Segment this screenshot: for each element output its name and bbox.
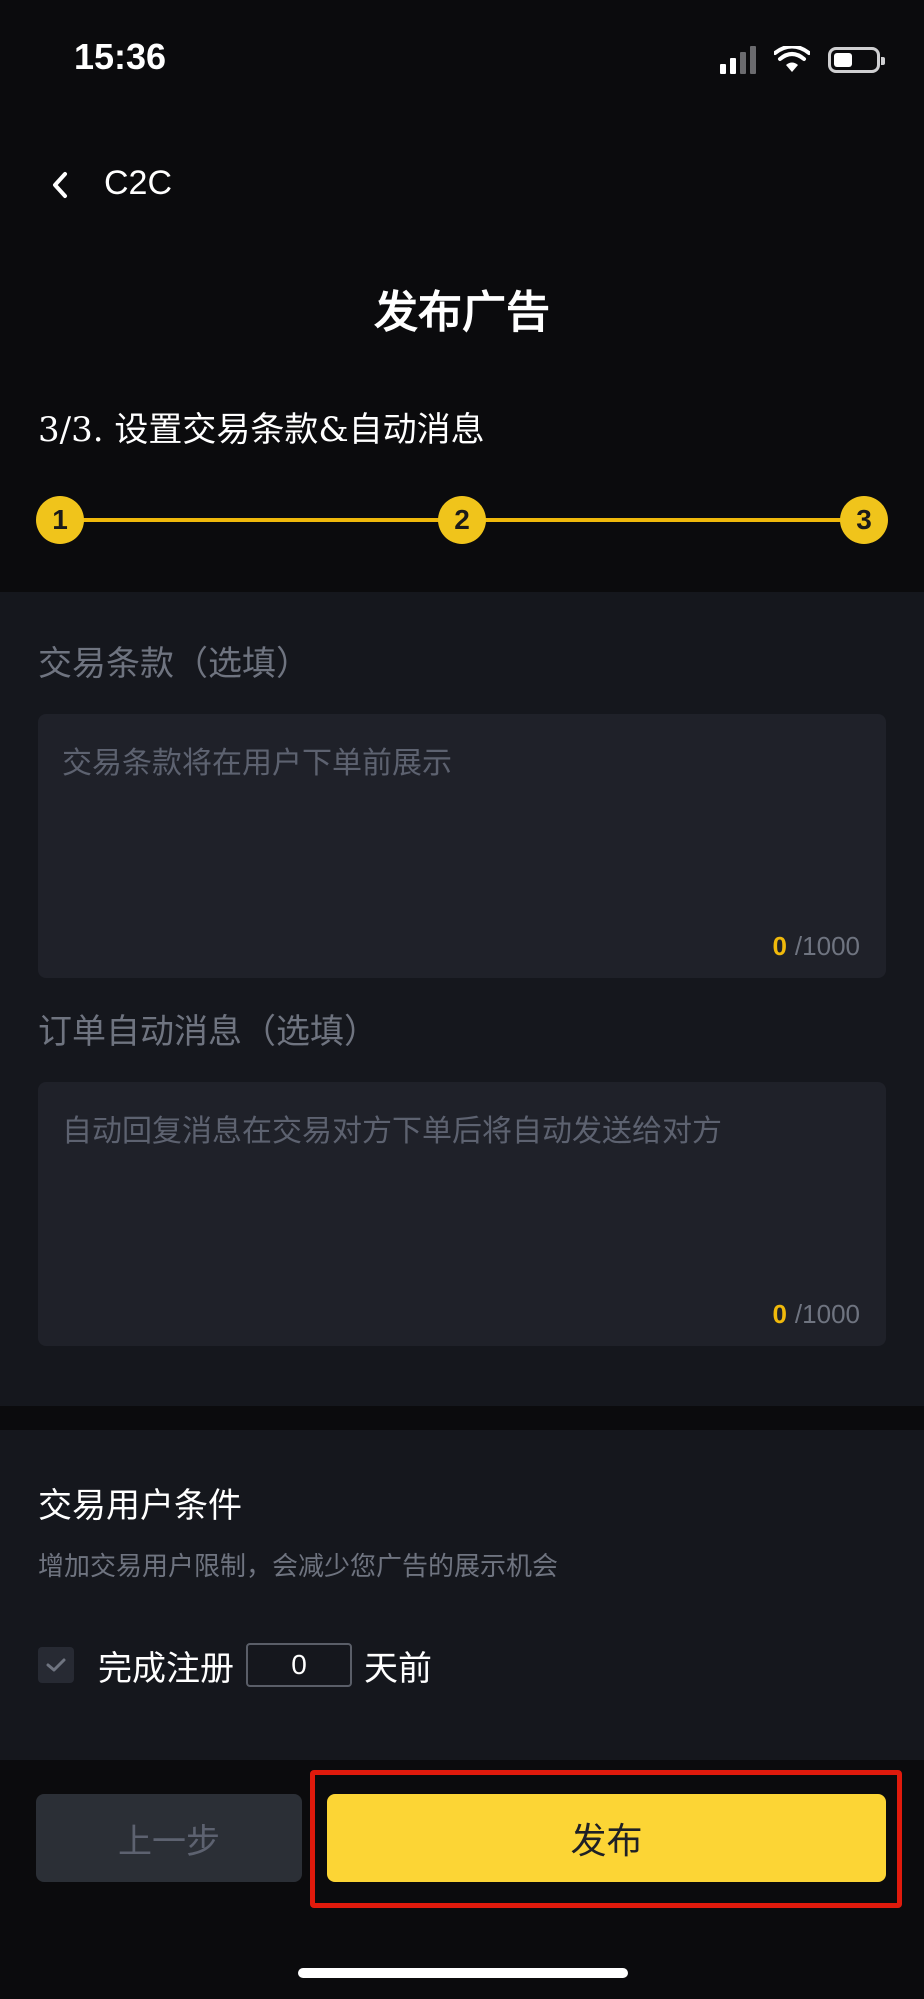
step-caption: 3/3. 设置交易条款&自动消息: [38, 410, 485, 450]
auto-message-max: /1000: [794, 1299, 860, 1329]
auto-message-counter: 0/1000: [772, 1299, 860, 1330]
check-icon: [46, 1658, 66, 1672]
auto-message-count: 0: [772, 1299, 787, 1329]
footer-bar: 上一步 发布: [0, 1760, 924, 1999]
battery-icon: [828, 47, 885, 73]
back-label[interactable]: C2C: [104, 164, 172, 203]
auto-message-label: 订单自动消息（选填）: [38, 1012, 378, 1052]
registered-checkbox[interactable]: [38, 1647, 74, 1683]
page-title: 发布广告: [374, 287, 550, 338]
step-2: 2: [438, 496, 486, 544]
chevron-left-icon: [53, 172, 67, 198]
nav-bar: C2C: [0, 140, 924, 230]
registered-suffix: 天前: [364, 1648, 432, 1689]
user-conditions-subtitle: 增加交易用户限制，会减少您广告的展示机会: [38, 1552, 559, 1582]
signal-icon: [720, 46, 756, 74]
trade-terms-placeholder: 交易条款将在用户下单前展示: [62, 746, 452, 781]
status-icons: [720, 44, 885, 76]
status-time: 15:36: [74, 36, 167, 77]
stepper: 1 2 3: [36, 496, 888, 544]
wifi-icon: [774, 46, 810, 72]
registered-condition: 完成注册 0 天前: [38, 1640, 432, 1690]
trade-terms-label: 交易条款（选填）: [38, 644, 310, 684]
trade-terms-max: /1000: [794, 931, 860, 961]
previous-step-button[interactable]: 上一步: [36, 1794, 302, 1882]
user-conditions-section: 交易用户条件 增加交易用户限制，会减少您广告的展示机会 完成注册 0 天前: [0, 1430, 924, 1760]
status-bar: 15:36: [0, 0, 924, 120]
step-1: 1: [36, 496, 84, 544]
trade-terms-input[interactable]: 交易条款将在用户下单前展示 0/1000: [38, 714, 886, 978]
terms-section: 交易条款（选填） 交易条款将在用户下单前展示 0/1000 订单自动消息（选填）…: [0, 592, 924, 1406]
trade-terms-counter: 0/1000: [772, 931, 860, 962]
home-indicator[interactable]: [298, 1968, 628, 1978]
user-conditions-title: 交易用户条件: [38, 1486, 242, 1526]
auto-message-input[interactable]: 自动回复消息在交易对方下单后将自动发送给对方 0/1000: [38, 1082, 886, 1346]
trade-terms-count: 0: [772, 931, 787, 961]
registered-days-input[interactable]: 0: [246, 1643, 352, 1687]
back-button[interactable]: [40, 162, 80, 208]
registered-prefix: 完成注册: [98, 1648, 234, 1689]
auto-message-placeholder: 自动回复消息在交易对方下单后将自动发送给对方: [62, 1114, 722, 1149]
publish-button[interactable]: 发布: [327, 1794, 886, 1882]
step-3: 3: [840, 496, 888, 544]
